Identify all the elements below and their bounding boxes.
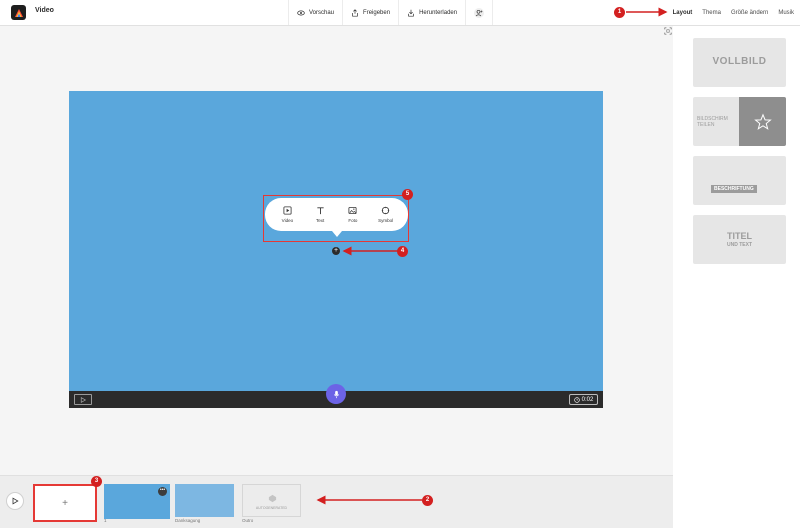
preview-button[interactable]: Vorschau (288, 0, 342, 25)
layout-split-label-line2: TEILEN (697, 122, 715, 128)
menu-layout[interactable]: Layout (673, 10, 693, 16)
layout-title-sublabel: UND TEXT (727, 242, 752, 248)
autogenerated-logo-icon (268, 494, 277, 503)
menu-music[interactable]: Musik (778, 10, 794, 16)
canvas-control-bar: 0:02 (69, 384, 603, 408)
download-button[interactable]: Herunterladen (398, 0, 465, 25)
slide-thumbnail-outro[interactable]: AUTOGENERATED (242, 484, 301, 517)
outro-autogenerated-label: AUTOGENERATED (255, 506, 288, 510)
app-logo[interactable] (11, 5, 26, 20)
add-content-button[interactable]: + (332, 247, 340, 255)
layout-split-image (739, 97, 786, 146)
slide-duration-value: 0:02 (581, 396, 594, 403)
fit-screen-icon[interactable] (664, 27, 672, 35)
eye-icon (297, 10, 305, 15)
layout-split-screen[interactable]: BILDSCHIRM TEILEN (693, 97, 786, 146)
layout-fullscreen[interactable]: VOLLBILD (693, 38, 786, 87)
share-button[interactable]: Freigeben (342, 0, 398, 25)
slide-duration[interactable]: 0:02 (569, 394, 598, 405)
annotation-badge-3: 3 (91, 476, 102, 487)
record-voice-button[interactable] (326, 384, 346, 404)
slide-thumbnail-thanks[interactable] (175, 484, 234, 517)
slide-options-icon[interactable]: ••• (158, 487, 167, 496)
annotation-badge-5: 5 (402, 189, 413, 200)
share-label: Freigeben (363, 9, 391, 16)
slide-outro-label: Outro (242, 518, 254, 523)
play-all-button[interactable] (6, 492, 24, 510)
preview-slide-button[interactable] (74, 394, 92, 405)
collaborator-button[interactable] (465, 0, 494, 25)
annotation-badge-4: 4 (397, 246, 408, 257)
adobe-spark-logo-icon (14, 8, 23, 17)
download-label: Herunterladen (419, 9, 458, 16)
layout-split-label: BILDSCHIRM TEILEN (697, 116, 728, 128)
layout-caption-label: BESCHRIFTUNG (711, 185, 757, 193)
star-icon (753, 112, 772, 130)
project-title[interactable]: Video (35, 7, 54, 14)
video-canvas[interactable]: Video Text Foto Symbol + 0:02 (69, 91, 603, 408)
microphone-icon (333, 390, 339, 398)
menu-theme[interactable]: Thema (702, 10, 721, 16)
clock-icon (573, 396, 580, 403)
download-icon (408, 9, 414, 17)
popup-highlight-box (263, 195, 409, 242)
annotation-badge-1: 1 (614, 7, 625, 18)
layout-title-label: TITEL (727, 231, 752, 241)
slide-thanks-label: Danksagung (175, 518, 201, 523)
right-menu: Layout Thema Größe ändern Musik (673, 0, 794, 25)
play-icon (80, 396, 86, 403)
layout-caption[interactable]: BESCHRIFTUNG (693, 156, 786, 205)
slide-1-number: 1 (104, 518, 107, 523)
share-icon (352, 8, 358, 17)
slide-thumbnail-1[interactable]: ••• (104, 484, 170, 519)
add-slide-button[interactable]: + (33, 484, 97, 522)
add-person-icon (474, 7, 485, 18)
top-bar: Video Vorschau Freigeben Herunterladen L… (0, 0, 800, 26)
preview-label: Vorschau (309, 9, 335, 16)
layout-title-text[interactable]: TITEL UND TEXT (693, 215, 786, 264)
menu-resize[interactable]: Größe ändern (731, 10, 768, 16)
layout-fullscreen-label: VOLLBILD (712, 56, 767, 67)
annotation-badge-2: 2 (422, 495, 433, 506)
layout-panel: VOLLBILD BILDSCHIRM TEILEN BESCHRIFTUNG … (673, 26, 800, 528)
header-actions: Vorschau Freigeben Herunterladen (288, 0, 494, 25)
play-icon (12, 497, 19, 505)
